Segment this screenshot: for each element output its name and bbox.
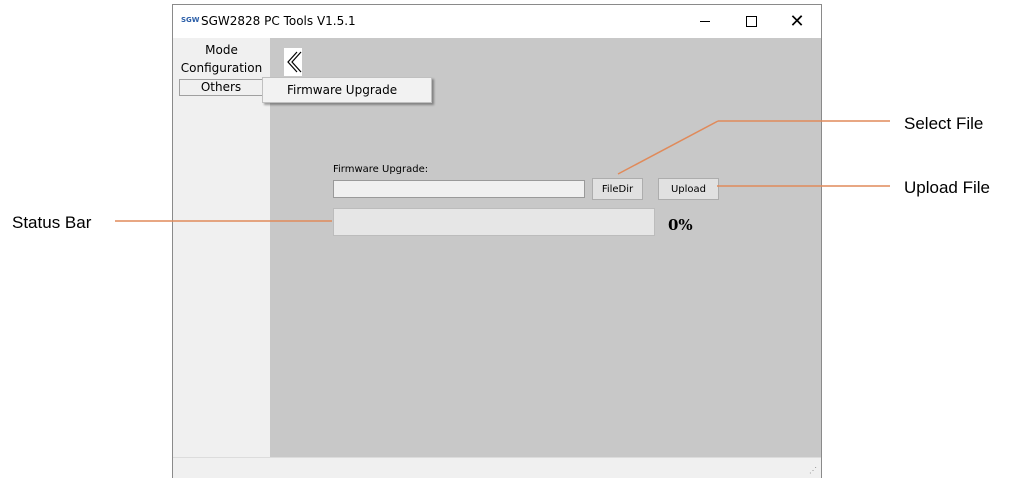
callout-select-file: Select File bbox=[904, 114, 984, 133]
callout-upload-file: Upload File bbox=[904, 178, 990, 197]
leader-select-file-diagonal bbox=[617, 120, 719, 175]
callout-leader-lines bbox=[115, 120, 890, 222]
callout-status-bar: Status Bar bbox=[12, 213, 92, 232]
